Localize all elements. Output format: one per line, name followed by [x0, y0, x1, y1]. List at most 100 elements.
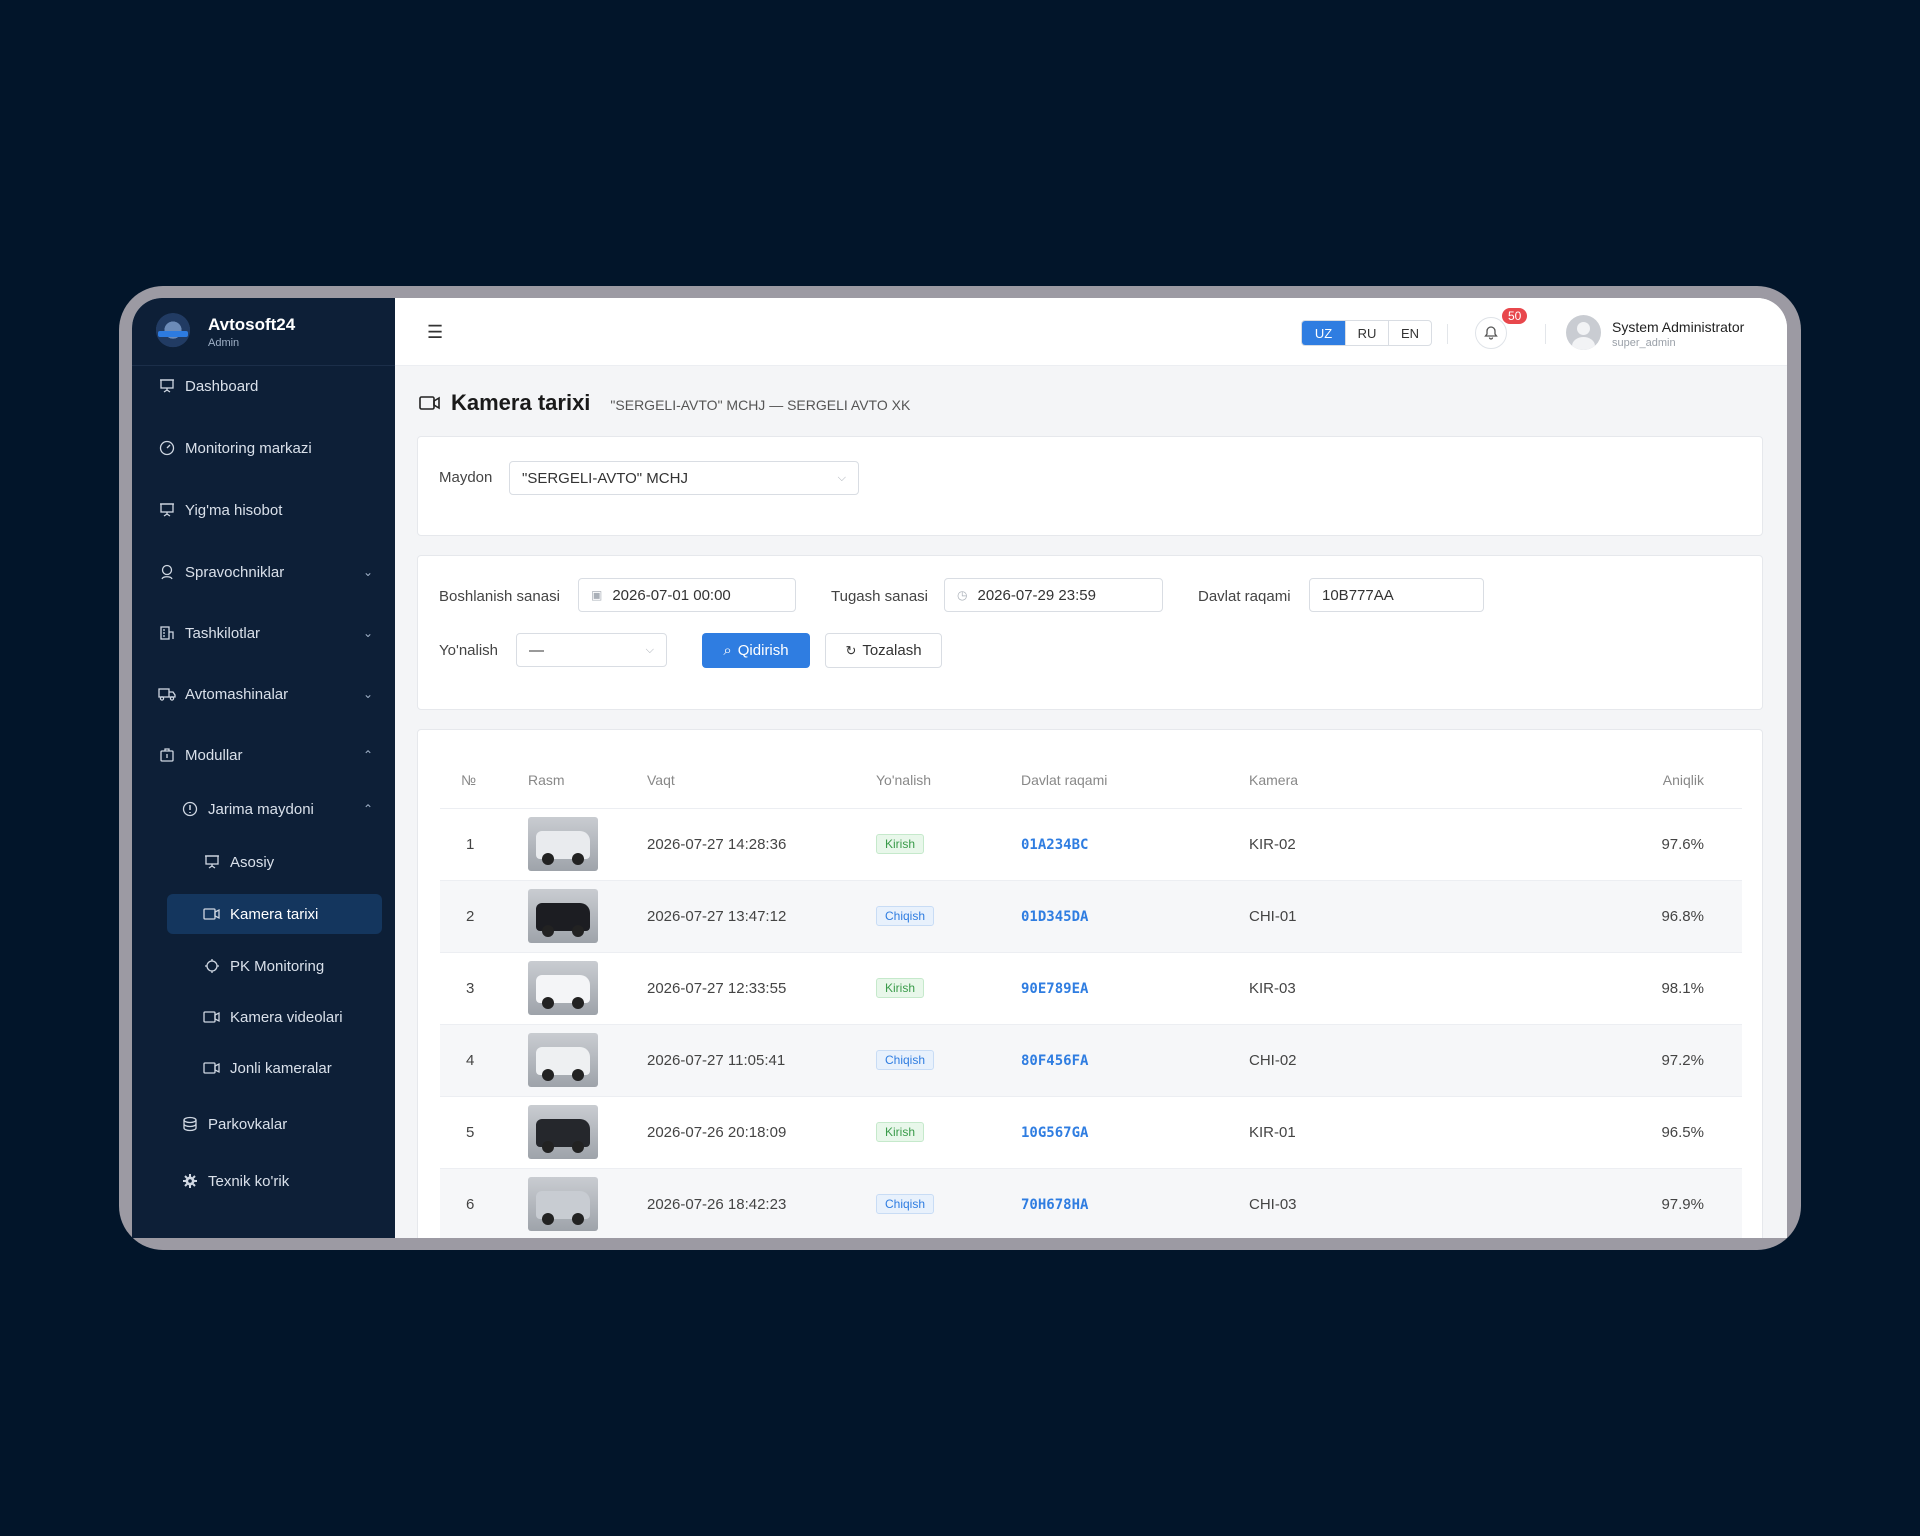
start-date-input[interactable]: ▣ 2026-07-01 00:00 — [578, 578, 796, 612]
lang-uz-button[interactable]: UZ — [1302, 321, 1345, 345]
end-date-input[interactable]: ◷ 2026-07-29 23:59 — [944, 578, 1163, 612]
vehicle-thumbnail[interactable] — [528, 817, 598, 871]
field-select[interactable]: "SERGELI-AVTO" MCHJ ⌵ — [509, 461, 859, 495]
row-accuracy: 97.9% — [1549, 1168, 1742, 1238]
col-no[interactable]: № — [440, 752, 528, 809]
vehicle-thumbnail[interactable] — [528, 1105, 598, 1159]
sidebar-item-yig-ma-hisobot[interactable]: Yig'ma hisobot — [132, 490, 395, 530]
main-content: Kamera tarixi "SERGELI-AVTO" MCHJ — SERG… — [395, 366, 1787, 1238]
sidebar-item-label: Monitoring markazi — [185, 439, 312, 457]
sidebar-item-kamera-tarixi[interactable]: Kamera tarixi — [167, 894, 382, 934]
col-plate[interactable]: Davlat raqami — [1021, 752, 1249, 809]
row-direction-cell: Kirish — [876, 1096, 1021, 1169]
row-camera: CHI-01 — [1249, 880, 1549, 953]
row-accuracy: 97.6% — [1549, 808, 1742, 881]
row-accuracy: 98.1% — [1549, 952, 1742, 1025]
page-header: Kamera tarixi "SERGELI-AVTO" MCHJ — SERG… — [419, 390, 910, 416]
table-row[interactable]: 5 2026-07-26 20:18:09 Kirish 10G567GA KIR-01… — [440, 1096, 1742, 1169]
row-image-cell — [528, 808, 647, 881]
clock-icon: ◷ — [957, 588, 968, 602]
wheel — [572, 925, 584, 937]
sidebar-item-label: Yig'ma hisobot — [185, 501, 283, 519]
clear-button[interactable]: ↻ Tozalash — [825, 633, 942, 668]
lang-en-button[interactable]: EN — [1388, 321, 1431, 345]
menu-toggle-icon[interactable]: ☰ — [427, 322, 443, 343]
sidebar-item-spravochniklar[interactable]: Spravochniklar ⌄ — [132, 552, 395, 592]
chevron-down-icon: ⌵ — [837, 471, 846, 484]
col-camera[interactable]: Kamera — [1249, 752, 1549, 809]
row-plate-cell: 10G567GA — [1021, 1096, 1249, 1169]
sidebar-item-pk-monitoring[interactable]: PK Monitoring — [132, 946, 395, 986]
direction-badge: Chiqish — [876, 1050, 935, 1070]
sidebar-item-jarima-maydoni[interactable]: Jarima maydoni ⌃ — [132, 789, 395, 829]
vehicle-thumbnail[interactable] — [528, 889, 598, 943]
plate-label: Davlat raqami — [1198, 588, 1291, 605]
sidebar-item-parkovkalar[interactable]: Parkovkalar — [132, 1104, 395, 1144]
table-row[interactable]: 1 2026-07-27 14:28:36 Kirish 01A234BC KIR-02… — [440, 808, 1742, 881]
plate-input[interactable]: 10B777AA — [1309, 578, 1484, 612]
col-accuracy[interactable]: Aniqlik — [1549, 752, 1742, 809]
lang-ru-button[interactable]: RU — [1345, 321, 1388, 345]
row-number: 5 — [440, 1096, 528, 1169]
chevron-down-icon: ⌄ — [362, 687, 373, 701]
table-row[interactable]: 4 2026-07-27 11:05:41 Chiqish 80F456FA CHI-0… — [440, 1024, 1742, 1097]
sidebar-item-label: Dashboard — [185, 377, 259, 395]
col-image[interactable]: Rasm — [528, 752, 647, 809]
topbar: ☰ UZ RU EN 50 System Administrator super… — [395, 298, 1787, 366]
row-accuracy: 96.5% — [1549, 1096, 1742, 1169]
direction-badge: Chiqish — [876, 906, 935, 926]
brand-role: Admin — [208, 336, 240, 349]
sidebar-item-label: Jarima maydoni — [208, 800, 314, 818]
user-role: super_admin — [1612, 337, 1676, 349]
table-row[interactable]: 6 2026-07-26 18:42:23 Chiqish 70H678HA CHI-0… — [440, 1168, 1742, 1238]
search-button[interactable]: ⌕ Qidirish — [702, 633, 810, 668]
sidebar-item-kamera-videolari[interactable]: Kamera videolari — [132, 997, 395, 1037]
sidebar-item-monitoring-markazi[interactable]: Monitoring markazi — [132, 428, 395, 468]
sidebar-item-dashboard[interactable]: Dashboard — [132, 366, 395, 406]
presentation-icon — [157, 500, 177, 520]
database-icon — [180, 1114, 200, 1134]
col-time[interactable]: Vaqt — [647, 752, 876, 809]
notification-bell-icon[interactable] — [1475, 317, 1507, 349]
plate-link[interactable]: 90E789EA — [1021, 981, 1088, 997]
table-row[interactable]: 2 2026-07-27 13:47:12 Chiqish 01D345DA CHI-0… — [440, 880, 1742, 953]
field-select-value: "SERGELI-AVTO" MCHJ — [522, 469, 688, 487]
sidebar-item-avtomashinalar[interactable]: Avtomashinalar ⌄ — [132, 674, 395, 714]
direction-select[interactable]: — ⌵ — [516, 633, 667, 667]
sidebar-item-texnik-ko-rik[interactable]: Texnik ko'rik — [132, 1161, 395, 1201]
user-info[interactable]: System Administrator super_admin — [1612, 319, 1744, 349]
clear-button-label: Tozalash — [862, 642, 922, 659]
row-time: 2026-07-27 13:47:12 — [647, 880, 876, 953]
logo-icon — [154, 312, 192, 351]
language-switcher: UZ RU EN — [1301, 320, 1432, 346]
divider — [1545, 324, 1546, 344]
row-plate-cell: 80F456FA — [1021, 1024, 1249, 1097]
video-camera-icon — [419, 396, 440, 410]
avatar[interactable] — [1566, 315, 1601, 350]
plate-link[interactable]: 70H678HA — [1021, 1197, 1088, 1213]
user-name: System Administrator — [1612, 319, 1745, 335]
row-direction-cell: Kirish — [876, 952, 1021, 1025]
brand-name: Avtosoft24 — [208, 314, 296, 334]
plate-link[interactable]: 01A234BC — [1021, 837, 1088, 853]
vehicle-thumbnail[interactable] — [528, 961, 598, 1015]
direction-badge: Chiqish — [876, 1194, 935, 1214]
row-camera: CHI-03 — [1249, 1168, 1549, 1238]
plate-link[interactable]: 10G567GA — [1021, 1125, 1088, 1141]
plate-link[interactable]: 01D345DA — [1021, 909, 1088, 925]
sidebar-item-tashkilotlar[interactable]: Tashkilotlar ⌄ — [132, 613, 395, 653]
vehicle-thumbnail[interactable] — [528, 1033, 598, 1087]
vehicle-thumbnail[interactable] — [528, 1177, 598, 1231]
brand[interactable]: Avtosoft24 Admin — [132, 298, 395, 366]
row-plate-cell: 01D345DA — [1021, 880, 1249, 953]
sidebar-item-modullar[interactable]: Modullar ⌃ — [132, 735, 395, 775]
sidebar-item-asosiy[interactable]: Asosiy — [132, 842, 395, 882]
row-number: 4 — [440, 1024, 528, 1097]
gear-icon — [180, 1171, 200, 1191]
table-row[interactable]: 3 2026-07-27 12:33:55 Kirish 90E789EA KIR-03… — [440, 952, 1742, 1025]
chevron-down-icon: ⌄ — [362, 565, 373, 579]
plate-link[interactable]: 80F456FA — [1021, 1053, 1088, 1069]
row-plate-cell: 70H678HA — [1021, 1168, 1249, 1238]
col-direction[interactable]: Yo'nalish — [876, 752, 1021, 809]
sidebar-item-jonli-kameralar[interactable]: Jonli kameralar — [132, 1048, 395, 1088]
